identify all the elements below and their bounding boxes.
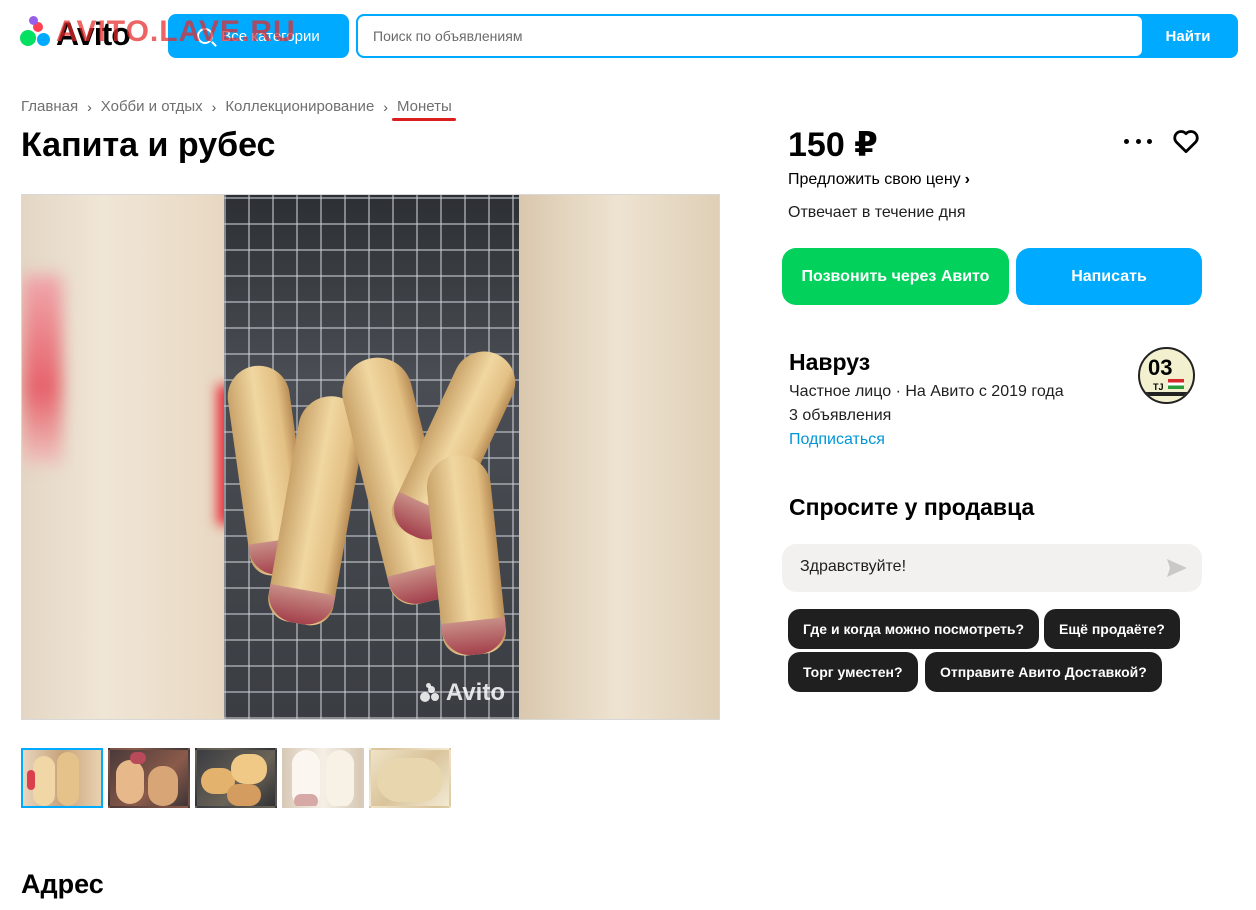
logo-text: Avito (56, 16, 131, 52)
write-button[interactable]: Написать (1016, 248, 1202, 305)
avito-logo[interactable]: Avito (20, 16, 150, 52)
question-chip[interactable]: Ещё продаёте? (1044, 609, 1180, 649)
thumbnail[interactable] (195, 748, 277, 808)
chevron-right-icon: › (964, 171, 970, 188)
message-input[interactable]: Здравствуйте! (782, 544, 1202, 592)
avatar[interactable]: 03 TJ (1138, 347, 1195, 404)
address-heading: Адрес (21, 869, 104, 899)
photo-image: Avito (224, 195, 519, 719)
heart-icon[interactable] (1171, 126, 1201, 156)
call-button[interactable]: Позвонить через Авито (782, 248, 1009, 305)
seller-listings-count[interactable]: 3 объявления (789, 406, 891, 426)
photo-watermark: Avito (419, 679, 505, 707)
thumbnail[interactable] (369, 748, 451, 808)
photo-blur-right (517, 195, 719, 719)
chevron-right-icon: › (211, 98, 217, 115)
seller-name[interactable]: Навруз (789, 348, 870, 376)
search-icon (197, 28, 214, 44)
send-icon[interactable] (1166, 558, 1188, 578)
thumbnail[interactable] (21, 748, 103, 808)
search-bar: Найти (356, 14, 1238, 58)
main-photo[interactable]: Avito (21, 194, 720, 720)
breadcrumb-collecting[interactable]: Коллекционирование (225, 98, 374, 115)
question-chip[interactable]: Где и когда можно посмотреть? (788, 609, 1040, 649)
all-categories-label: Все категории (221, 27, 320, 45)
flag-icon (1168, 379, 1184, 389)
seller-meta: Частное лицо · На Авито с 2019 года (789, 383, 1064, 400)
thumbnail[interactable] (282, 748, 364, 808)
chevron-right-icon: › (87, 98, 92, 115)
breadcrumb-hobby[interactable]: Хобби и отдых (101, 98, 203, 115)
logo-dot-blue (37, 33, 50, 46)
response-time: Отвечает в течение дня (788, 204, 966, 221)
thumbnail-strip (21, 748, 451, 808)
question-chip[interactable]: Торг уместен? (788, 652, 918, 692)
breadcrumb: Главная › Хобби и отдых › Коллекциониров… (21, 98, 456, 121)
search-button[interactable]: Найти (1140, 16, 1236, 56)
all-categories-button[interactable]: Все категории (168, 14, 349, 58)
offer-price-link[interactable]: Предложить свою цену › (788, 171, 970, 189)
listing-title: Капита и рубес (21, 126, 276, 164)
breadcrumb-coins[interactable]: Монеты (391, 98, 456, 121)
question-chip[interactable]: Отправите Авито Доставкой? (925, 652, 1162, 692)
subscribe-link[interactable]: Подписаться (789, 430, 885, 450)
chevron-right-icon: › (383, 98, 388, 115)
ask-seller-heading: Спросите у продавца (789, 494, 1035, 520)
logo-dot-purple (29, 16, 38, 25)
search-input[interactable] (358, 16, 1142, 56)
thumbnail[interactable] (108, 748, 190, 808)
more-options-icon[interactable] (1124, 130, 1152, 152)
avito-dots-icon (419, 683, 440, 703)
photo-blur-left (22, 195, 237, 719)
breadcrumb-home[interactable]: Главная (21, 98, 78, 115)
price: 150 ₽ (788, 126, 878, 164)
logo-dot-green (20, 30, 36, 46)
